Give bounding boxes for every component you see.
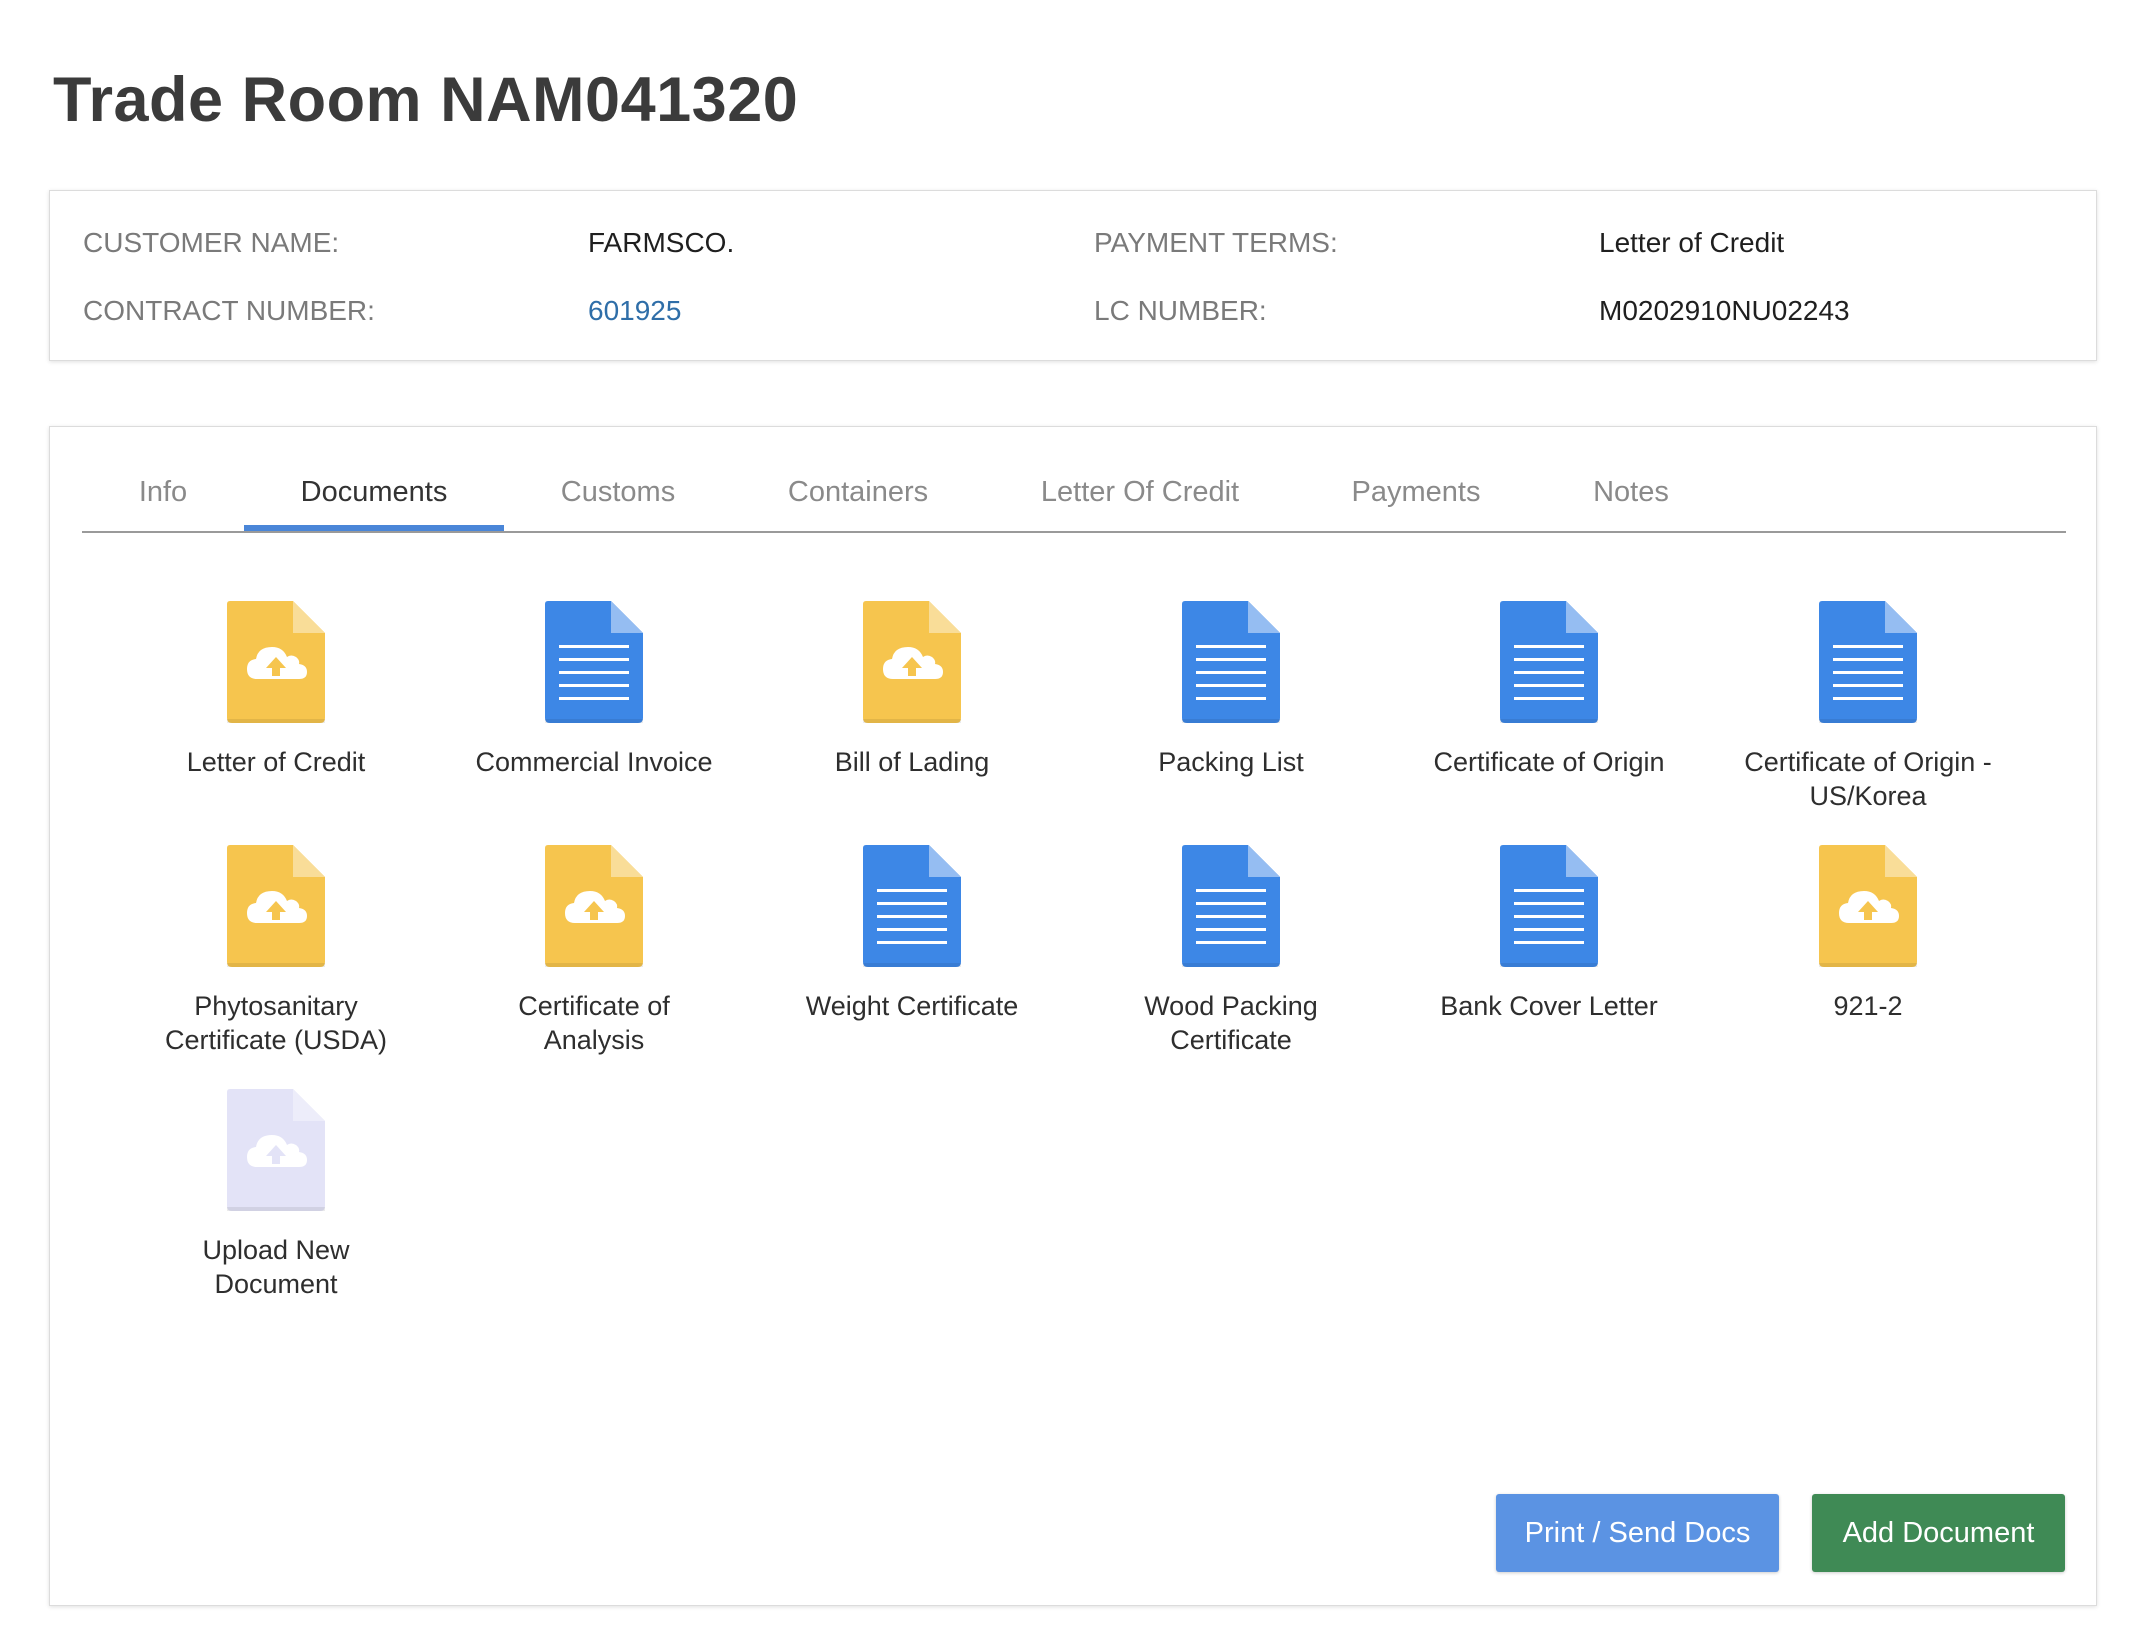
upload-document-icon xyxy=(1819,845,1917,967)
document-icon xyxy=(1819,601,1917,723)
contract-number-link[interactable]: 601925 xyxy=(588,295,681,327)
document-item[interactable]: Upload New Document xyxy=(126,1089,426,1301)
document-item[interactable]: Letter of Credit xyxy=(126,601,426,779)
document-item[interactable]: Packing List xyxy=(1081,601,1381,779)
document-label: Certificate of Origin xyxy=(1433,747,1665,777)
info-row-2: CONTRACT NUMBER: 601925 LC NUMBER: M0202… xyxy=(50,295,2096,331)
document-item[interactable]: Certificate of Origin - US/Korea xyxy=(1718,601,2018,813)
document-icon xyxy=(1500,845,1598,967)
document-label: Upload New Document xyxy=(202,1235,350,1299)
document-label: Bill of Lading xyxy=(834,747,990,777)
document-item[interactable]: Bill of Lading xyxy=(762,601,1062,779)
customer-name-label: CUSTOMER NAME: xyxy=(83,227,340,258)
trade-summary-card: CUSTOMER NAME: FARMSCO. PAYMENT TERMS: L… xyxy=(49,190,2097,361)
print-send-docs-button[interactable]: Print / Send Docs xyxy=(1496,1494,1779,1572)
document-icon xyxy=(1182,845,1280,967)
tab-documents[interactable]: Documents xyxy=(244,461,504,531)
document-label: Certificate of Origin - US/Korea xyxy=(1744,747,1992,811)
upload-document-icon xyxy=(545,845,643,967)
document-item[interactable]: Commercial Invoice xyxy=(444,601,744,779)
document-icon xyxy=(863,845,961,967)
upload-document-icon xyxy=(227,601,325,723)
document-label: Weight Certificate xyxy=(805,991,1019,1021)
info-row-1: CUSTOMER NAME: FARMSCO. PAYMENT TERMS: L… xyxy=(50,227,2096,263)
upload-document-icon xyxy=(863,601,961,723)
document-label: Commercial Invoice xyxy=(475,747,713,777)
payment-terms-value: Letter of Credit xyxy=(1599,227,1785,258)
document-item[interactable]: Wood Packing Certificate xyxy=(1081,845,1381,1057)
document-label: Letter of Credit xyxy=(186,747,366,777)
document-icon xyxy=(1182,601,1280,723)
customer-name-value: FARMSCO. xyxy=(588,227,735,258)
document-item[interactable]: Bank Cover Letter xyxy=(1399,845,1699,1023)
payment-terms-label: PAYMENT TERMS: xyxy=(1094,227,1338,258)
tab-customs[interactable]: Customs xyxy=(504,461,732,531)
tab-containers[interactable]: Containers xyxy=(732,461,984,531)
lc-number-value: M0202910NU02243 xyxy=(1599,295,1850,326)
document-item[interactable]: Certificate of Analysis xyxy=(444,845,744,1057)
page-title: Trade Room NAM041320 xyxy=(53,65,799,135)
document-label: 921-2 xyxy=(1833,991,1903,1021)
document-label: Phytosanitary Certificate (USDA) xyxy=(164,991,388,1055)
documents-panel: Info Documents Customs Containers Letter… xyxy=(49,426,2097,1606)
tab-payments[interactable]: Payments xyxy=(1296,461,1536,531)
document-item[interactable]: Weight Certificate xyxy=(762,845,1062,1023)
tab-notes[interactable]: Notes xyxy=(1536,461,1726,531)
lc-number-label: LC NUMBER: xyxy=(1094,295,1267,326)
document-icon xyxy=(545,601,643,723)
tab-info[interactable]: Info xyxy=(82,461,244,531)
document-item[interactable]: Phytosanitary Certificate (USDA) xyxy=(126,845,426,1057)
document-label: Wood Packing Certificate xyxy=(1144,991,1318,1055)
upload-document-icon xyxy=(227,845,325,967)
document-label: Bank Cover Letter xyxy=(1440,991,1658,1021)
document-item[interactable]: 921-2 xyxy=(1718,845,2018,1023)
document-label: Certificate of Analysis xyxy=(518,991,670,1055)
add-document-button[interactable]: Add Document xyxy=(1812,1494,2065,1572)
document-icon xyxy=(1500,601,1598,723)
trade-room-page: Trade Room NAM041320 CUSTOMER NAME: FARM… xyxy=(0,0,2138,1634)
contract-number-label: CONTRACT NUMBER: xyxy=(83,295,375,326)
document-label: Packing List xyxy=(1158,747,1304,777)
tab-letter-of-credit[interactable]: Letter Of Credit xyxy=(984,461,1296,531)
upload-new-document-icon xyxy=(227,1089,325,1211)
document-item[interactable]: Certificate of Origin xyxy=(1399,601,1699,779)
tab-bar: Info Documents Customs Containers Letter… xyxy=(82,461,2066,533)
